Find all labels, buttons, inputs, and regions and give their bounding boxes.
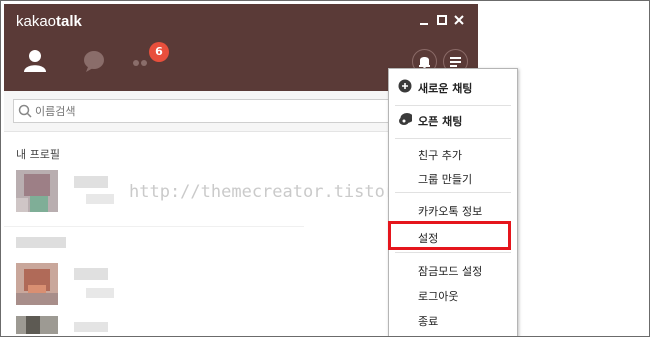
menu-item-label: 오픈 채팅 <box>418 115 463 128</box>
menu-item-label: 로그아웃 <box>418 290 459 303</box>
menu-separator <box>395 138 511 139</box>
menu-item-label: 친구 추가 <box>418 149 462 162</box>
menu-item-quit[interactable]: 종료 <box>389 309 517 331</box>
search-icon <box>18 104 32 118</box>
new-chat-icon <box>398 79 412 93</box>
menu-item-add-friend[interactable]: 친구 추가 <box>389 143 517 165</box>
menu-separator <box>395 192 511 193</box>
screenshot-frame: kakaotalk 6 이름검색 내 프로필 http://themecreat… <box>0 0 650 337</box>
close-icon[interactable] <box>453 14 465 26</box>
menu-item-label: 잠금모드 설정 <box>418 265 483 278</box>
my-profile-avatar[interactable] <box>16 170 58 212</box>
menu-item-open-chat[interactable]: 오픈 채팅 <box>389 109 517 131</box>
menu-item-new-chat[interactable]: 새로운 채팅 <box>389 76 517 98</box>
menu-item-label: 새로운 채팅 <box>418 82 473 95</box>
context-menu: 새로운 채팅 오픈 채팅 친구 추가 그룹 만들기 카카오톡 정보 설정 잠금모… <box>388 68 518 336</box>
search-box <box>13 99 393 123</box>
friend-avatar[interactable] <box>16 263 58 305</box>
menu-item-lock-mode[interactable]: 잠금모드 설정 <box>389 259 517 281</box>
open-chat-icon <box>399 113 412 125</box>
maximize-icon[interactable] <box>436 14 448 26</box>
profile-status-redacted <box>86 194 114 204</box>
person-icon <box>24 50 46 72</box>
menu-separator <box>395 105 511 106</box>
menu-separator <box>395 252 511 253</box>
brand-bold-text: talk <box>56 13 82 30</box>
notification-badge: 6 <box>149 42 169 62</box>
section-label-redacted <box>16 237 66 248</box>
menu-item-logout[interactable]: 로그아웃 <box>389 284 517 306</box>
chat-bubble-icon <box>84 51 104 72</box>
search-input[interactable] <box>35 102 375 120</box>
menu-item-create-group[interactable]: 그룹 만들기 <box>389 167 517 189</box>
tab-friends[interactable] <box>22 48 48 74</box>
divider <box>4 226 304 227</box>
tab-chats[interactable] <box>81 48 107 74</box>
friend-avatar[interactable] <box>16 316 58 334</box>
menu-item-label: 그룹 만들기 <box>418 173 473 186</box>
friend-name-redacted <box>74 268 108 280</box>
minimize-icon[interactable] <box>418 14 430 26</box>
settings-highlight-box <box>388 221 511 250</box>
friend-name-redacted <box>74 322 108 332</box>
friend-status-redacted <box>86 288 114 298</box>
menu-item-label: 카카오톡 정보 <box>418 205 483 218</box>
menu-item-label: 종료 <box>418 315 439 328</box>
brand-light-text: kakao <box>16 13 57 30</box>
my-profile-heading: 내 프로필 <box>16 148 60 161</box>
app-logo: kakaotalk <box>16 13 82 30</box>
profile-name-redacted <box>74 176 108 188</box>
menu-item-about[interactable]: 카카오톡 정보 <box>389 199 517 221</box>
